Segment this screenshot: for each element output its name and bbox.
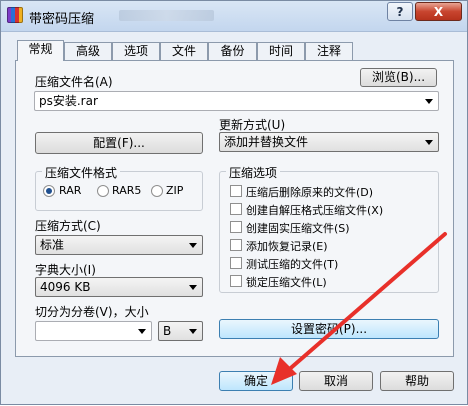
- blurred-title-region: [119, 10, 214, 21]
- archive-format-title: 压缩文件格式: [42, 164, 121, 181]
- split-unit-select[interactable]: B: [158, 321, 203, 341]
- ok-button[interactable]: 确定: [219, 371, 293, 391]
- split-volumes-label: 切分为分卷(V)，大小: [35, 305, 149, 319]
- dictionary-size-select[interactable]: 4096 KB: [35, 277, 203, 297]
- test-archive-label[interactable]: 测试压缩的文件(T): [246, 256, 338, 272]
- chevron-down-icon: [189, 243, 197, 248]
- delete-files-label[interactable]: 压缩后删除原来的文件(D): [246, 184, 373, 200]
- help-button[interactable]: 帮助: [380, 371, 454, 391]
- compression-method-label: 压缩方式(C): [35, 219, 101, 233]
- archiving-options-title: 压缩选项: [226, 164, 281, 181]
- chevron-down-icon: [189, 285, 197, 290]
- solid-archive-checkbox[interactable]: [230, 221, 242, 233]
- chevron-down-icon: [425, 99, 433, 104]
- window-title: 带密码压缩: [29, 12, 95, 27]
- tab-time[interactable]: 时间: [257, 42, 305, 60]
- create-sfx-checkbox[interactable]: [230, 203, 242, 215]
- archive-name-label: 压缩文件名(A): [35, 75, 113, 89]
- split-unit-value: B: [163, 324, 172, 338]
- compression-method-value: 标准: [40, 238, 65, 252]
- format-rar5-radio[interactable]: [97, 185, 109, 197]
- recovery-record-label[interactable]: 添加恢复记录(E): [246, 238, 328, 254]
- tab-comment[interactable]: 注释: [305, 42, 353, 60]
- delete-files-checkbox[interactable]: [230, 185, 242, 197]
- create-sfx-label[interactable]: 创建自解压格式压缩文件(X): [246, 202, 383, 218]
- format-rar-label[interactable]: RAR: [59, 184, 81, 197]
- browse-button[interactable]: 浏览(B)...: [360, 68, 437, 87]
- title-bar[interactable]: 带密码压缩 ? X: [1, 1, 467, 32]
- split-size-input[interactable]: [35, 321, 152, 341]
- tab-general[interactable]: 常规: [17, 40, 64, 61]
- chevron-down-icon: [138, 329, 146, 334]
- chevron-down-icon: [189, 329, 197, 334]
- solid-archive-label[interactable]: 创建固实压缩文件(S): [246, 220, 350, 236]
- archive-name-value: ps安装.rar: [39, 94, 98, 108]
- tab-options[interactable]: 选项: [112, 42, 160, 60]
- close-button[interactable]: X: [415, 2, 462, 21]
- help-titlebar-button[interactable]: ?: [387, 2, 413, 21]
- cancel-button[interactable]: 取消: [299, 371, 373, 391]
- format-rar5-label[interactable]: RAR5: [112, 184, 141, 197]
- winrar-app-icon: [7, 7, 23, 23]
- dictionary-size-label: 字典大小(I): [35, 263, 96, 277]
- archive-name-input[interactable]: ps安装.rar: [34, 91, 439, 111]
- set-password-button[interactable]: 设置密码(P)...: [219, 319, 439, 339]
- format-rar-radio[interactable]: [43, 185, 55, 197]
- update-mode-select[interactable]: 添加并替换文件: [219, 132, 439, 152]
- lock-archive-label[interactable]: 锁定压缩文件(L): [246, 274, 327, 290]
- tab-advanced[interactable]: 高级: [64, 42, 112, 60]
- dictionary-size-value: 4096 KB: [40, 280, 91, 294]
- compression-method-select[interactable]: 标准: [35, 235, 203, 255]
- profiles-button[interactable]: 配置(F)...: [35, 132, 203, 154]
- update-mode-label: 更新方式(U): [219, 118, 286, 132]
- tab-files[interactable]: 文件: [160, 42, 208, 60]
- update-mode-value: 添加并替换文件: [224, 135, 309, 149]
- format-zip-radio[interactable]: [151, 185, 163, 197]
- format-zip-label[interactable]: ZIP: [166, 184, 183, 197]
- tab-backup[interactable]: 备份: [208, 42, 257, 60]
- dialog-window: 带密码压缩 ? X 常规 高级 选项 文件 备份 时间 注释 压缩文件名(A) …: [0, 0, 468, 405]
- test-archive-checkbox[interactable]: [230, 257, 242, 269]
- chevron-down-icon: [425, 140, 433, 145]
- lock-archive-checkbox[interactable]: [230, 275, 242, 287]
- recovery-record-checkbox[interactable]: [230, 239, 242, 251]
